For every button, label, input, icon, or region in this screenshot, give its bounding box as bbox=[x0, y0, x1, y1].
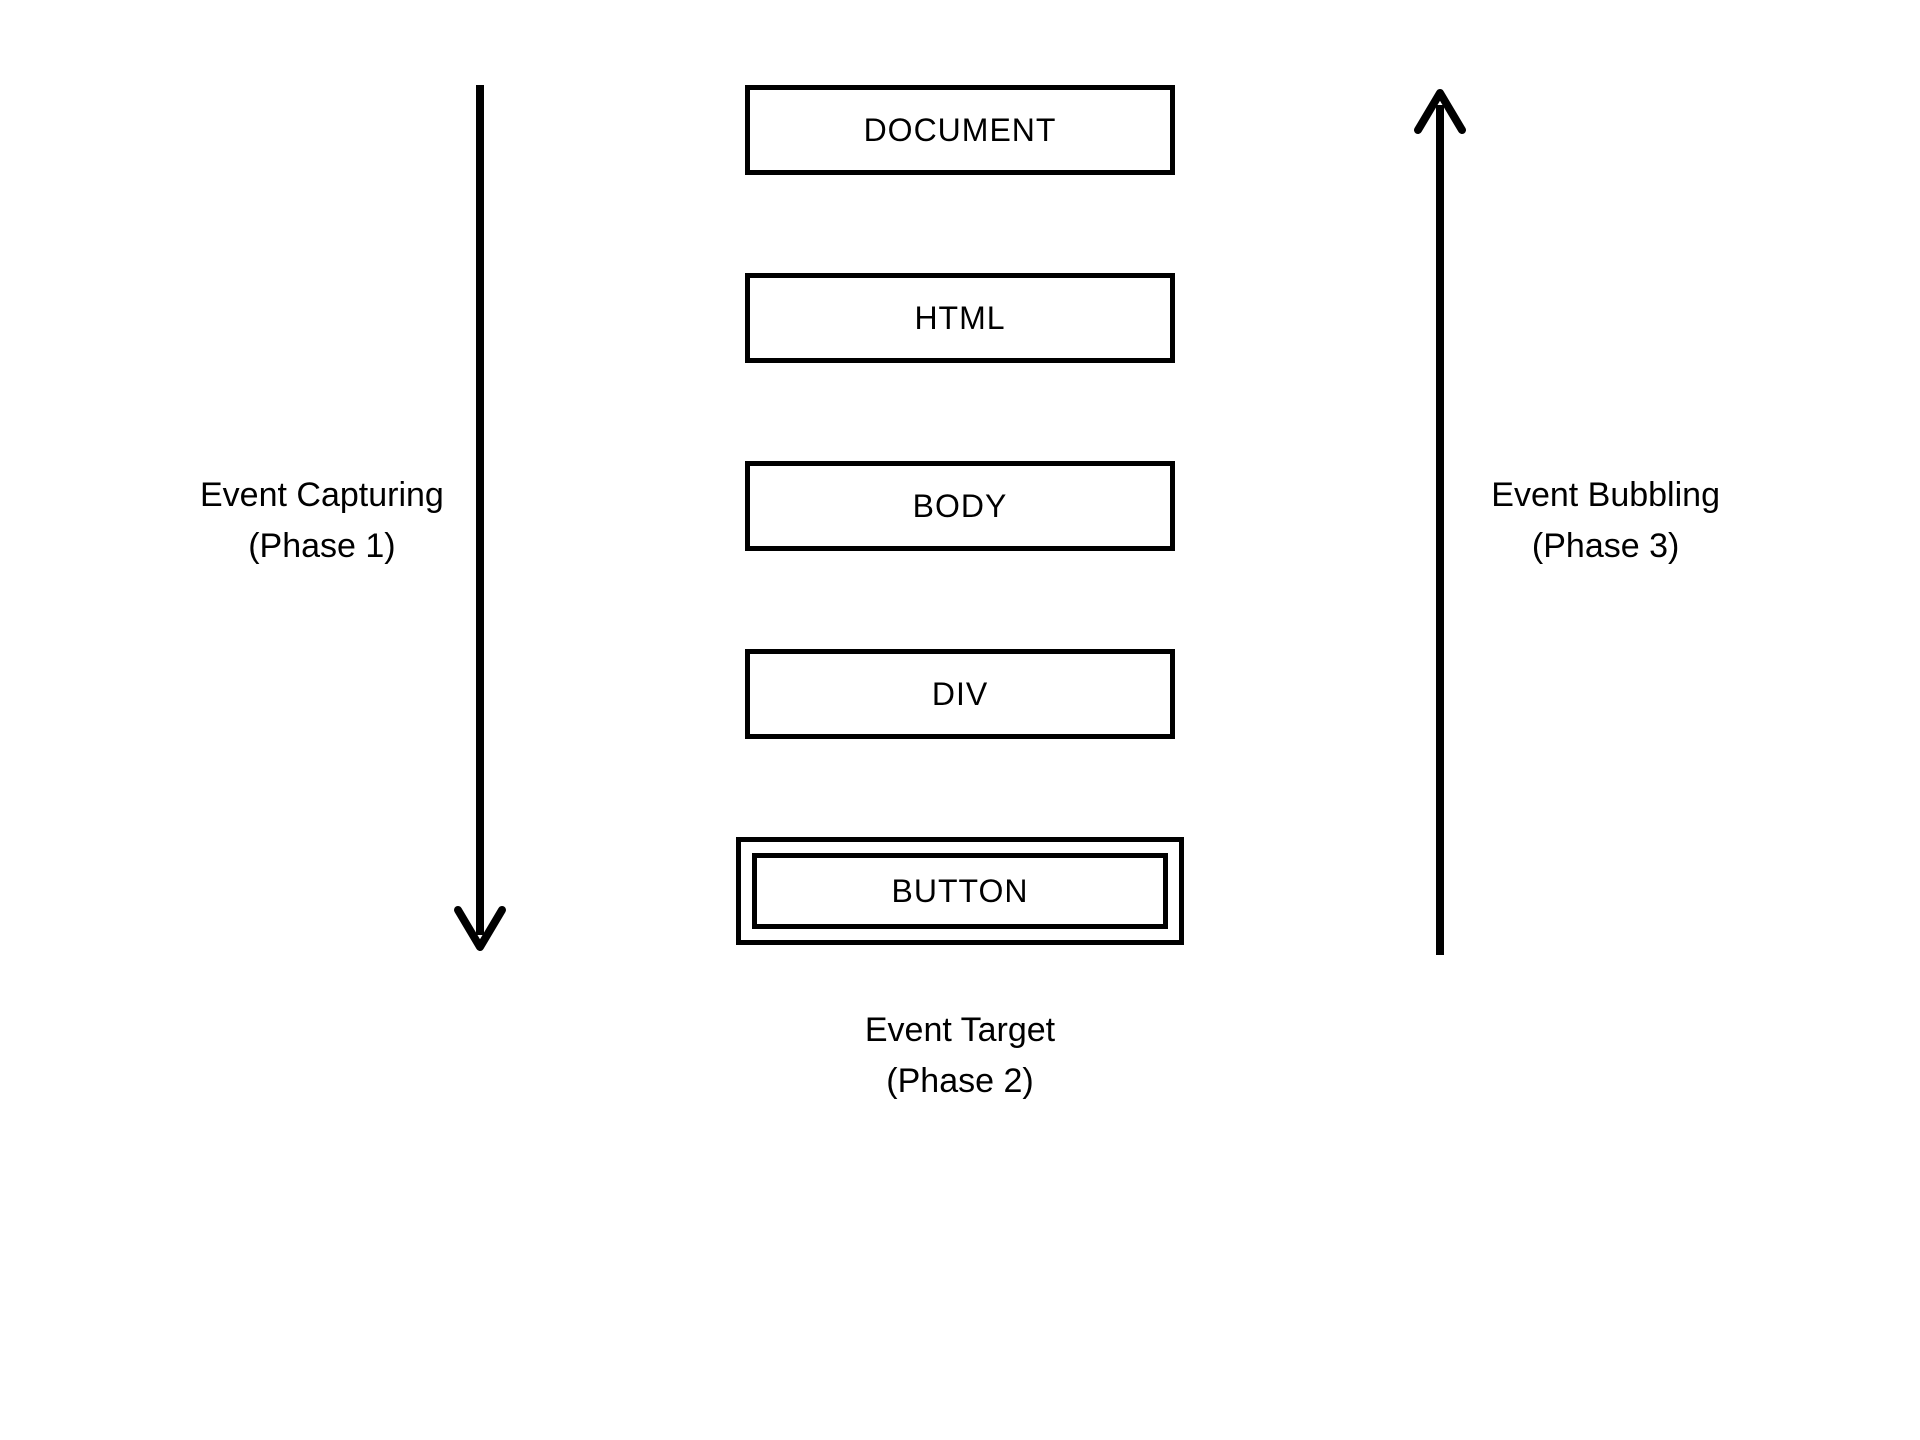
target-subtitle: (Phase 2) bbox=[865, 1056, 1055, 1107]
dom-box-html: HTML bbox=[745, 273, 1175, 363]
dom-box-div: DIV bbox=[745, 649, 1175, 739]
bubbling-label: Event Bubbling (Phase 3) bbox=[1491, 470, 1720, 572]
bubbling-arrow bbox=[1410, 85, 1470, 960]
bubbling-subtitle: (Phase 3) bbox=[1491, 521, 1720, 572]
dom-box-button: BUTTON bbox=[752, 853, 1168, 929]
capturing-title: Event Capturing bbox=[200, 470, 444, 521]
dom-box-target-outer: BUTTON bbox=[736, 837, 1184, 945]
dom-hierarchy-column: DOCUMENT HTML BODY DIV BUTTON bbox=[736, 85, 1184, 945]
event-propagation-diagram: DOCUMENT HTML BODY DIV BUTTON Event Capt… bbox=[200, 85, 1720, 1355]
dom-box-body: BODY bbox=[745, 461, 1175, 551]
dom-box-body-label: BODY bbox=[913, 488, 1008, 525]
capturing-subtitle: (Phase 1) bbox=[200, 521, 444, 572]
dom-box-document: DOCUMENT bbox=[745, 85, 1175, 175]
bubbling-title: Event Bubbling bbox=[1491, 470, 1720, 521]
dom-box-html-label: HTML bbox=[914, 300, 1005, 337]
target-title: Event Target bbox=[865, 1005, 1055, 1056]
target-label: Event Target (Phase 2) bbox=[865, 1005, 1055, 1107]
arrow-down-icon bbox=[450, 85, 510, 955]
dom-box-div-label: DIV bbox=[932, 676, 988, 713]
capturing-arrow bbox=[450, 85, 510, 960]
dom-box-button-label: BUTTON bbox=[892, 873, 1029, 910]
arrow-up-icon bbox=[1410, 85, 1470, 955]
dom-box-document-label: DOCUMENT bbox=[864, 112, 1057, 149]
capturing-label: Event Capturing (Phase 1) bbox=[200, 470, 444, 572]
